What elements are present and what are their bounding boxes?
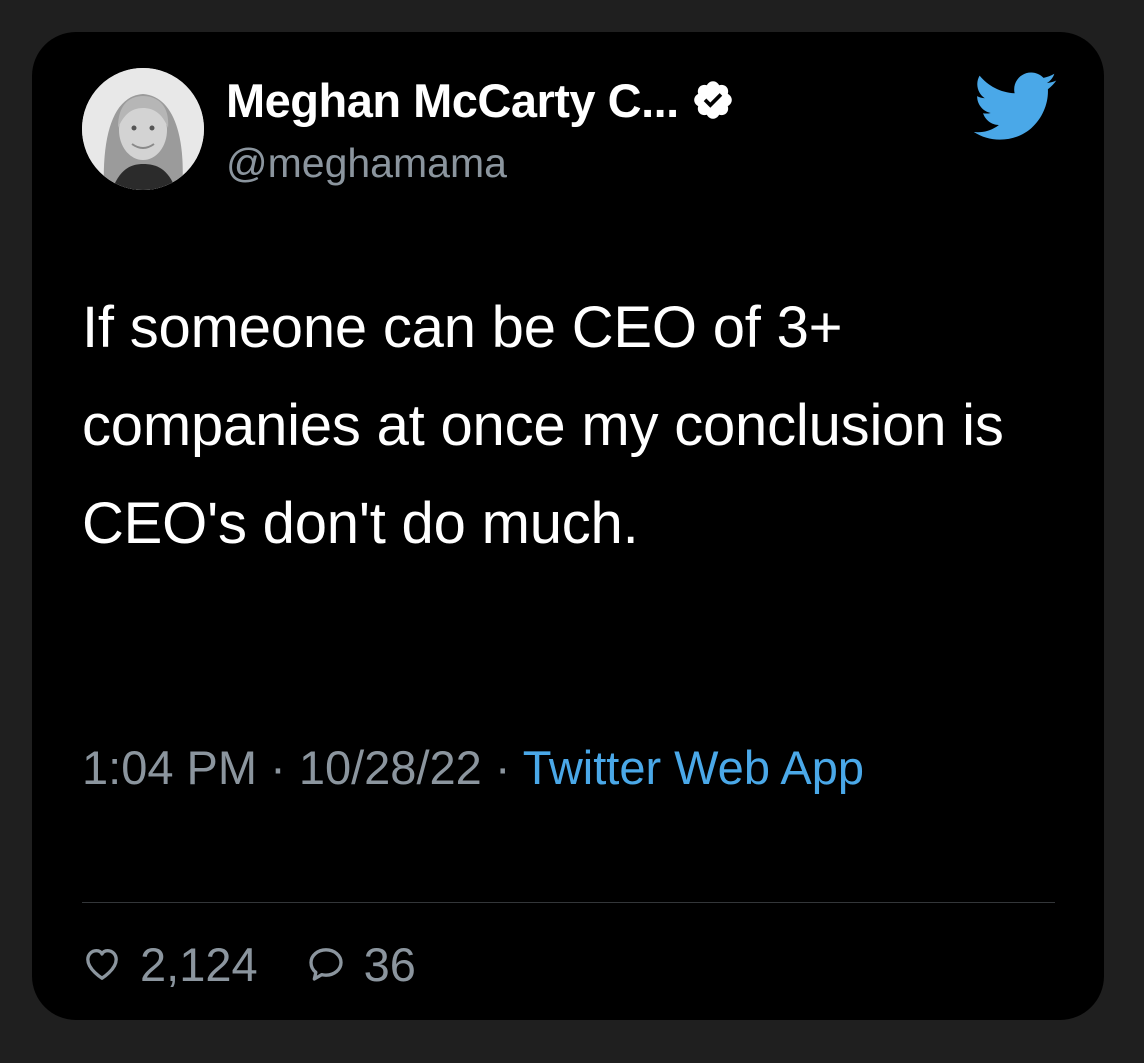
tweet-card: Meghan McCarty C... @meghamama If someon… — [32, 32, 1104, 1020]
heart-icon[interactable] — [82, 944, 122, 984]
tweet-source-link[interactable]: Twitter Web App — [523, 741, 864, 794]
engagement-stats: 2,124 36 — [82, 932, 416, 996]
tweet-text: If someone can be CEO of 3+ companies at… — [82, 295, 1004, 556]
author-handle[interactable]: @meghamama — [226, 140, 507, 187]
meta-separator: · — [257, 741, 299, 794]
tweet-meta: 1:04 PM · 10/28/22 · Twitter Web App — [82, 729, 1042, 807]
divider — [82, 902, 1055, 903]
author-name-row[interactable]: Meghan McCarty C... — [226, 70, 735, 130]
avatar[interactable] — [82, 68, 204, 190]
reply-bubble-icon[interactable] — [306, 944, 346, 984]
author-display-name[interactable]: Meghan McCarty C... — [226, 73, 679, 128]
avatar-photo — [82, 68, 204, 190]
verified-badge-icon — [693, 81, 732, 119]
tweet-date[interactable]: 10/28/22 — [299, 741, 482, 794]
tweet-time[interactable]: 1:04 PM — [82, 741, 257, 794]
meta-separator: · — [481, 741, 523, 794]
likes-count[interactable]: 2,124 — [140, 937, 258, 992]
replies-count[interactable]: 36 — [364, 937, 416, 992]
twitter-bird-icon[interactable] — [974, 72, 1058, 142]
